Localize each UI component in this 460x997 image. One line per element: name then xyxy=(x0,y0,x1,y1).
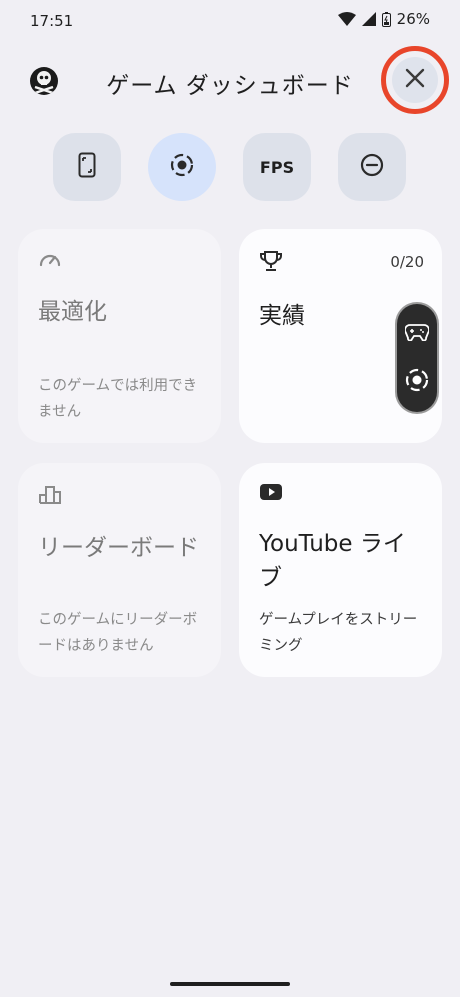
status-time: 17:51 xyxy=(30,12,74,30)
trophy-icon xyxy=(259,251,283,277)
leaderboard-title: リーダーボード xyxy=(38,535,199,561)
youtube-live-card[interactable]: YouTube ライブ ゲームプレイをストリーミング xyxy=(239,463,442,677)
battery-icon xyxy=(381,11,391,27)
youtube-icon xyxy=(259,484,283,505)
navigation-handle[interactable] xyxy=(170,982,290,986)
floating-game-toolbar[interactable] xyxy=(397,304,437,412)
leaderboard-icon xyxy=(38,486,62,509)
record-icon xyxy=(404,367,430,397)
game-dashboard-button[interactable] xyxy=(397,314,437,354)
gamepad-icon xyxy=(404,323,430,345)
signal-icon xyxy=(361,12,376,26)
speedometer-icon xyxy=(38,254,62,273)
phone-screenshot-icon xyxy=(78,152,96,182)
optimize-desc: このゲームでは利用できません xyxy=(38,378,198,420)
youtube-live-desc: ゲームプレイをストリーミング xyxy=(259,612,418,654)
status-icons: 26% xyxy=(337,10,430,28)
achievements-count: 0/20 xyxy=(390,253,424,271)
floating-record-button[interactable] xyxy=(397,362,437,402)
record-toggle[interactable] xyxy=(148,133,216,201)
leaderboard-desc: このゲームにリーダーボードはありません xyxy=(38,612,198,654)
leaderboard-card[interactable]: リーダーボード このゲームにリーダーボードはありません xyxy=(18,463,221,677)
fps-toggle[interactable]: FPS xyxy=(243,133,311,201)
close-highlight-ring xyxy=(381,46,449,114)
screenshot-toggle[interactable] xyxy=(53,133,121,201)
record-icon xyxy=(169,152,195,182)
do-not-disturb-icon xyxy=(360,153,384,181)
close-icon xyxy=(405,68,425,92)
fps-label: FPS xyxy=(259,157,295,177)
battery-percent: 26% xyxy=(396,10,430,28)
youtube-live-title: YouTube ライブ xyxy=(259,531,406,591)
optimize-card[interactable]: 最適化 このゲームでは利用できません xyxy=(18,229,221,443)
wifi-icon xyxy=(337,12,356,26)
optimize-title: 最適化 xyxy=(38,299,107,325)
do-not-disturb-toggle[interactable] xyxy=(338,133,406,201)
close-button[interactable] xyxy=(392,57,438,103)
